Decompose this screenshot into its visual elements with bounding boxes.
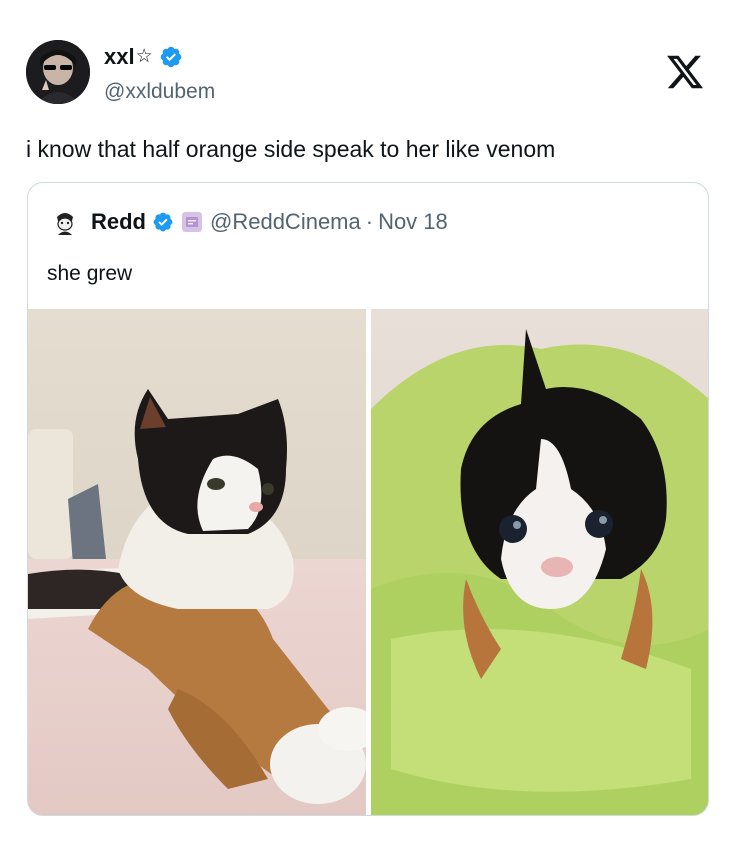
verified-badge-icon [160,46,181,68]
tweet-author-name[interactable]: xxl ☆ [104,44,183,70]
separator-dot: · [365,209,374,234]
tweet-text: i know that half orange side speak to he… [26,136,556,162]
adult-cat-photo[interactable] [28,309,366,815]
verified-badge-icon [153,212,173,232]
avatar[interactable] [26,40,90,104]
kitten-photo[interactable] [371,309,708,815]
quote-date[interactable]: Nov 18 [378,209,448,235]
quote-author-name[interactable]: Redd [91,209,146,235]
star-symbol: ☆ [135,46,153,67]
quote-header: Redd @ReddCinema · Nov 18 [50,207,448,237]
quote-tweet-card[interactable]: Redd @ReddCinema · Nov 18 she grew [27,182,709,816]
x-logo-icon[interactable] [663,52,707,92]
quote-author-handle[interactable]: @ReddCinema [210,209,361,235]
quote-text: she grew [47,262,133,285]
display-name-text: xxl [104,44,135,69]
tweet-author-handle[interactable]: @xxldubem [104,80,215,104]
affiliate-badge-icon [182,212,202,232]
quote-avatar[interactable] [50,207,80,237]
